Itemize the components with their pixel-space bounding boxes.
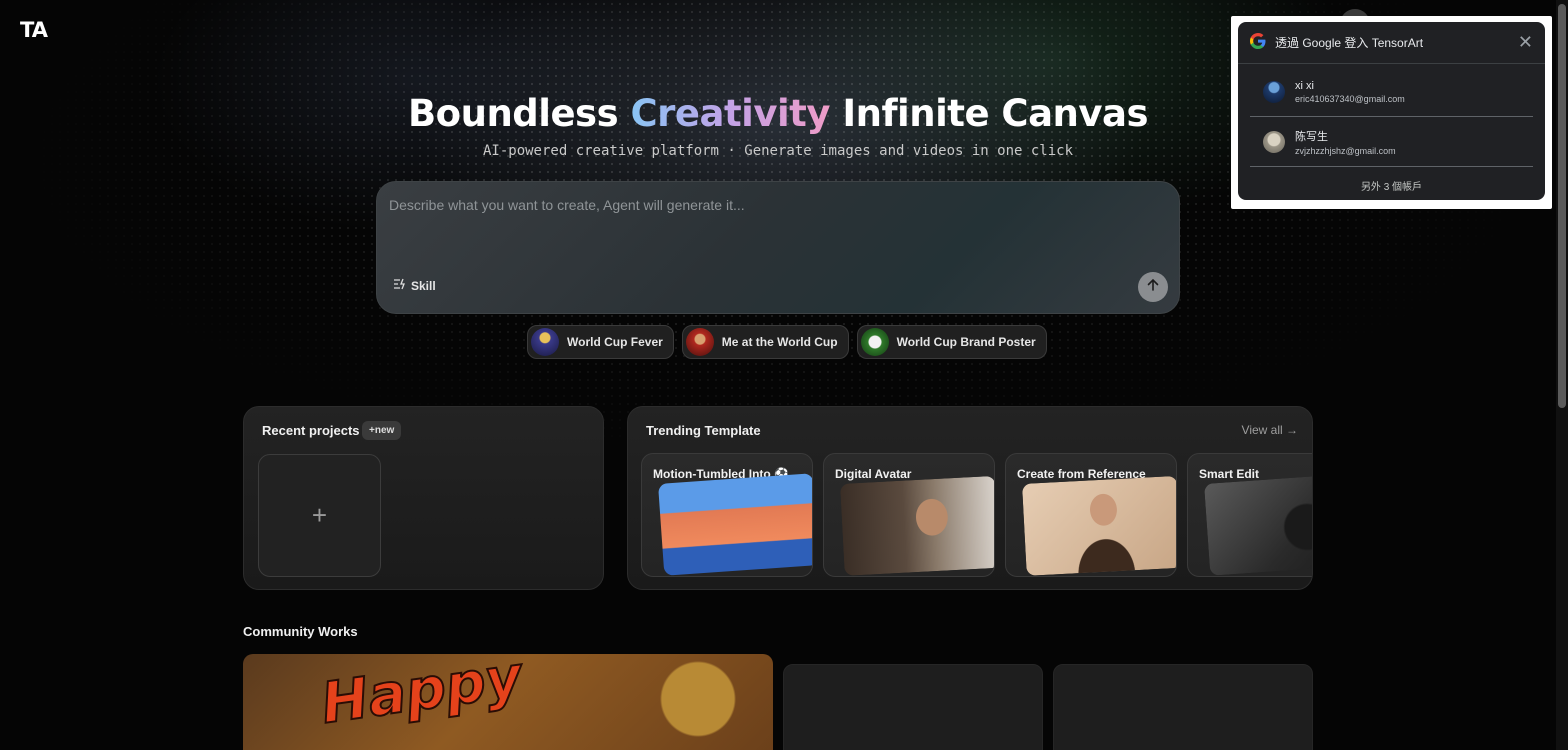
google-signin-frame: 透過 Google 登入 TensorArt ✕ xi xi eric41063… [1231, 16, 1552, 209]
template-digital-avatar[interactable]: Digital Avatar [823, 453, 995, 577]
chip-me-at-world-cup[interactable]: Me at the World Cup [681, 325, 849, 359]
hero-title-highlight: Creativity [630, 92, 831, 135]
trending-template-title: Trending Template [646, 423, 761, 438]
arrow-up-icon [1146, 278, 1160, 297]
recent-projects-card: Recent projects +new + [243, 406, 604, 590]
chip-label: World Cup Brand Poster [896, 335, 1036, 349]
prompt-input-box[interactable]: Describe what you want to create, Agent … [376, 181, 1180, 314]
community-works-title: Community Works [243, 624, 358, 639]
account-avatar [1263, 80, 1285, 103]
template-thumbnail [840, 475, 994, 576]
template-thumbnail [1204, 473, 1312, 576]
chip-thumbnail [685, 328, 714, 356]
skill-label: Skill [411, 278, 436, 293]
skill-button[interactable]: Skill [393, 278, 436, 293]
account-row[interactable]: 陈写生 zvjzhzzhjshz@gmail.com [1250, 117, 1533, 167]
chip-label: Me at the World Cup [721, 335, 838, 349]
google-signin-header: 透過 Google 登入 TensorArt ✕ [1238, 22, 1545, 64]
account-email: eric410637340@gmail.com [1295, 93, 1405, 104]
page-scrollbar[interactable] [1556, 0, 1568, 750]
skill-icon [393, 278, 407, 293]
account-name: xi xi [1295, 79, 1314, 92]
chip-thumbnail [860, 328, 889, 356]
community-work-placeholder[interactable] [1053, 664, 1313, 750]
template-label: Smart Edit [1199, 467, 1260, 481]
chip-world-cup-fever[interactable]: World Cup Fever [527, 325, 674, 359]
google-signin-panel: 透過 Google 登入 TensorArt ✕ xi xi eric41063… [1238, 22, 1545, 200]
new-project-badge[interactable]: +new [362, 421, 402, 440]
template-motion-tumbled[interactable]: Motion-Tumbled Into ⚽ [641, 453, 813, 577]
hero-title-part2: Infinite Canvas [842, 92, 1148, 135]
suggestion-chips: World Cup Fever Me at the World Cup Worl… [527, 325, 1047, 359]
template-create-from-reference[interactable]: Create from Reference [1005, 453, 1177, 577]
template-thumbnail [658, 473, 812, 576]
hero-title-part1: Boundless [407, 92, 619, 135]
prompt-input[interactable]: Describe what you want to create, Agent … [389, 197, 745, 213]
chip-label: World Cup Fever [567, 335, 663, 349]
google-signin-title: 透過 Google 登入 TensorArt [1275, 36, 1424, 50]
view-all-link[interactable]: View all → [1242, 423, 1298, 437]
account-email: zvjzhzzhjshz@gmail.com [1295, 145, 1396, 156]
community-work-featured[interactable]: Happy [243, 654, 773, 750]
more-accounts-link[interactable]: 另外 3 個帳戶 [1238, 167, 1545, 193]
template-smart-edit[interactable]: Smart Edit [1187, 453, 1312, 577]
featured-artwork-text: Happy [316, 654, 526, 738]
send-button[interactable] [1138, 272, 1168, 302]
template-thumbnail [1022, 475, 1176, 576]
add-project-button[interactable]: + [258, 454, 381, 577]
template-label: Digital Avatar [835, 467, 912, 481]
scrollbar-thumb[interactable] [1558, 4, 1566, 408]
chip-thumbnail [531, 328, 559, 356]
app-logo[interactable]: TA [20, 18, 48, 42]
chip-world-cup-brand-poster[interactable]: World Cup Brand Poster [856, 325, 1047, 359]
account-name: 陈写生 [1295, 130, 1328, 143]
trending-template-card: Trending Template View all → Motion-Tumb… [627, 406, 1313, 590]
account-avatar [1263, 130, 1285, 153]
google-icon [1250, 33, 1266, 52]
recent-projects-title: Recent projects [262, 423, 360, 438]
close-icon[interactable]: ✕ [1518, 32, 1533, 53]
account-row[interactable]: xi xi eric410637340@gmail.com [1250, 67, 1533, 117]
community-work-placeholder[interactable] [783, 664, 1043, 750]
